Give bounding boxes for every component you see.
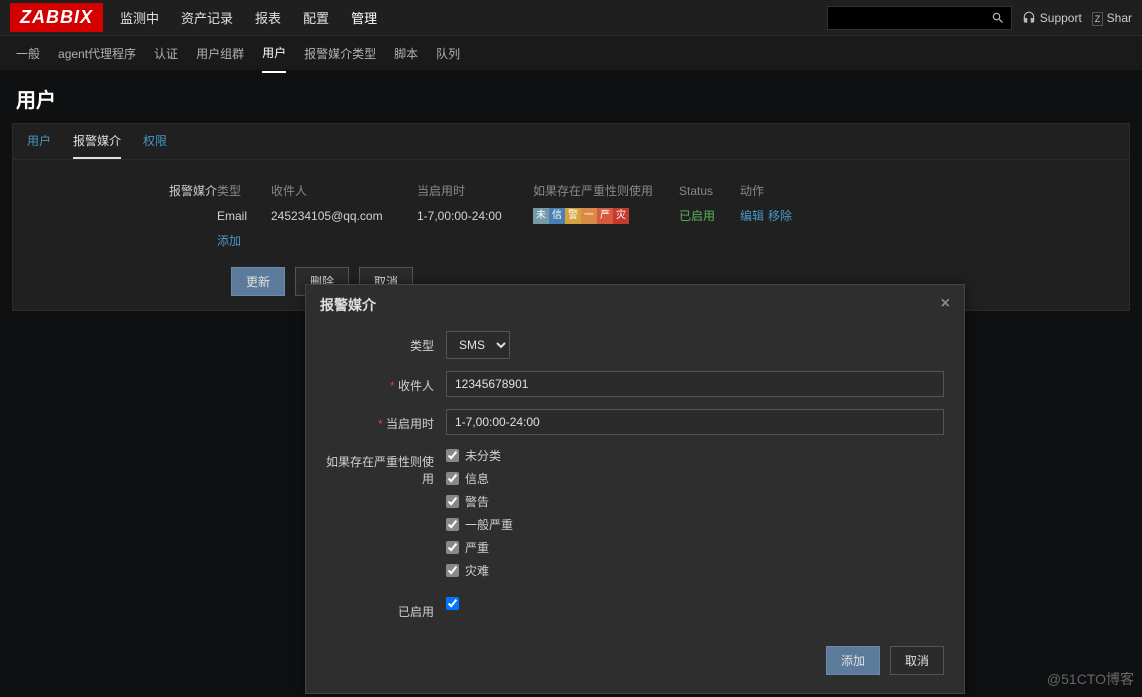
media-dialog: 报警媒介 × 类型 SMS 收件人 当启用时 如果存在严重性则使用 未分类 信息… bbox=[305, 284, 965, 694]
subnav-proxies[interactable]: agent代理程序 bbox=[58, 35, 136, 72]
chk-disaster[interactable] bbox=[446, 564, 459, 577]
nav-monitoring[interactable]: 监测中 bbox=[118, 0, 161, 37]
add-media-link[interactable]: 添加 bbox=[217, 232, 241, 249]
subnav-queue[interactable]: 队列 bbox=[436, 35, 460, 72]
severity-checklist: 未分类 信息 警告 一般严重 严重 灾难 bbox=[446, 447, 944, 585]
td-severity-badges: 未信警一严灾 bbox=[533, 207, 663, 224]
chk-average[interactable] bbox=[446, 518, 459, 531]
dialog-add-button[interactable]: 添加 bbox=[826, 646, 880, 675]
type-select[interactable]: SMS bbox=[446, 331, 510, 359]
chk-information[interactable] bbox=[446, 472, 459, 485]
logo[interactable]: ZABBIX bbox=[10, 3, 103, 32]
dialog-header: 报警媒介 × bbox=[306, 285, 964, 325]
media-table-head: 类型 收件人 当启用时 如果存在严重性则使用 Status 动作 bbox=[217, 178, 1115, 203]
media-table: 类型 收件人 当启用时 如果存在严重性则使用 Status 动作 Email 2… bbox=[217, 178, 1115, 253]
top-bar: ZABBIX 监测中 资产记录 报表 配置 管理 Support Z Shar bbox=[0, 0, 1142, 36]
media-add-row: 添加 bbox=[217, 228, 1115, 253]
top-nav: 监测中 资产记录 报表 配置 管理 bbox=[118, 0, 827, 37]
nav-configuration[interactable]: 配置 bbox=[301, 0, 331, 37]
td-type: Email bbox=[217, 209, 255, 223]
content-box: 用户 报警媒介 权限 报警媒介 类型 收件人 当启用时 如果存在严重性则使用 S… bbox=[12, 123, 1130, 311]
chk-notclassified[interactable] bbox=[446, 449, 459, 462]
nav-inventory[interactable]: 资产记录 bbox=[179, 0, 235, 37]
subnav-authentication[interactable]: 认证 bbox=[154, 35, 178, 72]
chk-warning[interactable] bbox=[446, 495, 459, 508]
lbl-recipient: 收件人 bbox=[326, 371, 446, 394]
support-label: Support bbox=[1040, 11, 1082, 25]
dialog-cancel-button[interactable]: 取消 bbox=[890, 646, 944, 675]
subnav-general[interactable]: 一般 bbox=[16, 35, 40, 72]
td-recipient: 245234105@qq.com bbox=[271, 209, 401, 223]
media-table-row: Email 245234105@qq.com 1-7,00:00-24:00 未… bbox=[217, 203, 1115, 228]
lbl-when-active: 当启用时 bbox=[326, 409, 446, 432]
watermark: @51CTO博客 bbox=[1047, 669, 1134, 689]
media-label: 报警媒介 bbox=[27, 178, 217, 253]
td-when-active: 1-7,00:00-24:00 bbox=[417, 209, 517, 223]
subnav-users[interactable]: 用户 bbox=[262, 34, 286, 73]
share-label: Shar bbox=[1107, 11, 1132, 25]
subnav-scripts[interactable]: 脚本 bbox=[394, 35, 418, 72]
close-icon[interactable]: × bbox=[941, 295, 950, 315]
top-right: Support Z Shar bbox=[827, 6, 1132, 30]
sev-badge-disaster: 灾 bbox=[613, 208, 629, 224]
update-button[interactable]: 更新 bbox=[231, 267, 285, 296]
tab-media[interactable]: 报警媒介 bbox=[73, 132, 121, 159]
sev-badge-high: 严 bbox=[597, 208, 613, 224]
sev-badge-warning: 警 bbox=[565, 208, 581, 224]
sev-badge-information: 信 bbox=[549, 208, 565, 224]
sev-badge-notclassified: 未 bbox=[533, 208, 549, 224]
tabs: 用户 报警媒介 权限 bbox=[13, 124, 1129, 160]
search-icon bbox=[991, 11, 1005, 25]
action-edit[interactable]: 编辑 bbox=[740, 207, 764, 224]
th-when-active: 当启用时 bbox=[417, 182, 517, 199]
tab-permissions[interactable]: 权限 bbox=[143, 132, 167, 159]
nav-administration[interactable]: 管理 bbox=[349, 0, 379, 37]
media-section: 报警媒介 类型 收件人 当启用时 如果存在严重性则使用 Status 动作 Em… bbox=[13, 160, 1129, 267]
chk-high[interactable] bbox=[446, 541, 459, 554]
recipient-input[interactable] bbox=[446, 371, 944, 397]
share-link[interactable]: Z Shar bbox=[1092, 11, 1132, 25]
nav-reports[interactable]: 报表 bbox=[253, 0, 283, 37]
th-action: 动作 bbox=[740, 182, 810, 199]
lbl-severity: 如果存在严重性则使用 bbox=[326, 447, 446, 487]
th-status: Status bbox=[679, 184, 724, 198]
z-icon: Z bbox=[1092, 12, 1104, 26]
subnav-user-groups[interactable]: 用户组群 bbox=[196, 35, 244, 72]
enabled-checkbox[interactable] bbox=[446, 597, 459, 610]
page-title: 用户 bbox=[0, 70, 1142, 123]
th-severity: 如果存在严重性则使用 bbox=[533, 182, 663, 199]
sub-nav: 一般 agent代理程序 认证 用户组群 用户 报警媒介类型 脚本 队列 bbox=[0, 36, 1142, 70]
th-type: 类型 bbox=[217, 182, 255, 199]
th-recipient: 收件人 bbox=[271, 182, 401, 199]
td-status[interactable]: 已启用 bbox=[679, 207, 724, 224]
subnav-media-types[interactable]: 报警媒介类型 bbox=[304, 35, 376, 72]
sev-badge-average: 一 bbox=[581, 208, 597, 224]
tab-user[interactable]: 用户 bbox=[27, 132, 51, 159]
support-link[interactable]: Support bbox=[1022, 11, 1082, 25]
lbl-enabled: 已启用 bbox=[326, 597, 446, 620]
headset-icon bbox=[1022, 11, 1036, 25]
when-active-input[interactable] bbox=[446, 409, 944, 435]
dialog-footer: 添加 取消 bbox=[306, 646, 964, 693]
action-remove[interactable]: 移除 bbox=[768, 207, 792, 224]
dialog-title: 报警媒介 bbox=[320, 295, 376, 315]
search-input[interactable] bbox=[827, 6, 1012, 30]
dialog-body: 类型 SMS 收件人 当启用时 如果存在严重性则使用 未分类 信息 警告 一般严… bbox=[306, 325, 964, 646]
lbl-type: 类型 bbox=[326, 331, 446, 354]
